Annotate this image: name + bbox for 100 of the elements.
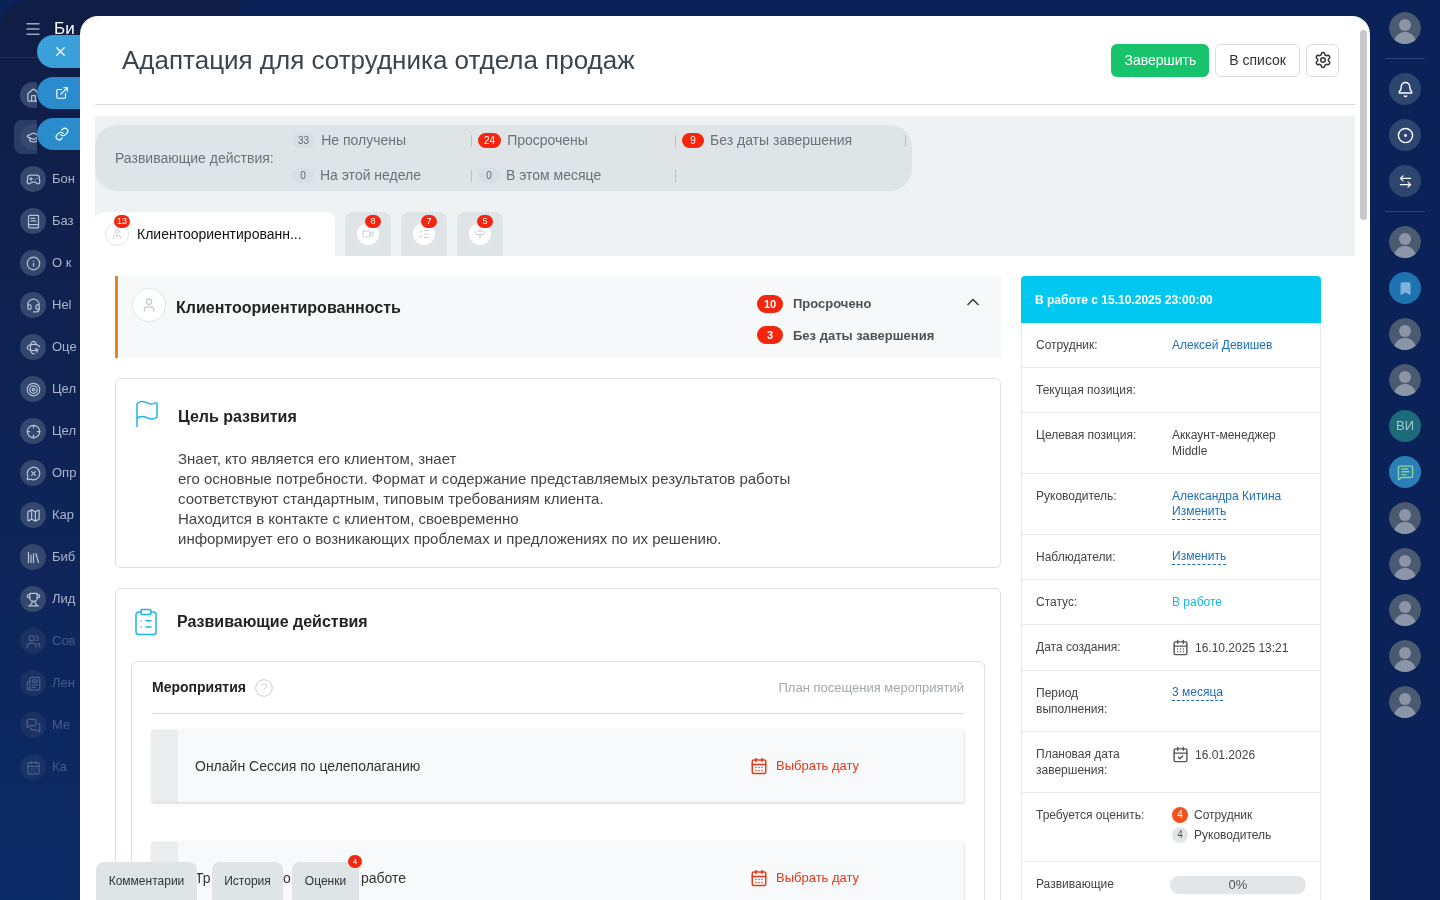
nav-icon	[25, 339, 41, 355]
avatar[interactable]	[1389, 686, 1421, 718]
chat-icon	[1396, 463, 1414, 481]
page-title: Адаптация для сотрудника отдела продаж	[122, 43, 635, 77]
target-button[interactable]	[1389, 119, 1421, 151]
stat-label: На этой неделе	[320, 166, 423, 185]
evaluator-text: Сотрудник	[1194, 807, 1253, 823]
competency-tab[interactable]: 7	[401, 212, 447, 256]
competency-tab[interactable]: 5	[457, 212, 503, 256]
field-label: Статус:	[1036, 594, 1079, 610]
calendar-icon	[1172, 639, 1189, 656]
competency-icon	[418, 228, 430, 240]
bookmark-button[interactable]	[1389, 272, 1421, 304]
goal-description: Знает, кто является его клиентом, знает его основные потребности. Формат и содержание представляемых результатов работы соответствуют стандартным, типовым требованиям клиента. Находится в контакте с клиентом, своевременно информирует его о возникающих проблемах и предложениях по их решению.	[178, 449, 791, 549]
avatar[interactable]	[1389, 318, 1421, 350]
notifications-button[interactable]	[1389, 73, 1421, 105]
bottom-tab[interactable]: История	[212, 862, 283, 900]
competency-icon	[362, 228, 374, 240]
field-label: Период выполнения:	[1036, 685, 1109, 717]
competency-tab[interactable]: 13 Клиентоориентированн...	[95, 212, 335, 256]
change-link[interactable]: Изменить	[1172, 504, 1227, 520]
field-label: Требуется оценить:	[1036, 807, 1146, 824]
avatar[interactable]	[1389, 548, 1421, 580]
calendar-icon	[750, 869, 768, 887]
change-link[interactable]: 3 месяца	[1172, 685, 1223, 701]
sidebar-item[interactable]: Лид	[14, 582, 80, 616]
nav-icon	[25, 759, 41, 775]
stat-label: Не получены	[321, 131, 407, 150]
messages-button[interactable]	[1389, 456, 1421, 488]
sidebar-item[interactable]: Баз	[14, 204, 80, 238]
tab-badge: 7	[421, 215, 437, 228]
nav-icon	[25, 171, 41, 187]
person-link[interactable]: Алексей Девишев	[1172, 337, 1273, 353]
count-badge: 0	[292, 168, 314, 183]
settings-button[interactable]	[1306, 43, 1339, 77]
field-label: Текущая позиция:	[1036, 382, 1137, 398]
sidebar-item[interactable]: Оце	[14, 330, 80, 364]
nav-icon	[25, 87, 37, 103]
avatar[interactable]	[1389, 594, 1421, 626]
competency-icon	[111, 228, 123, 240]
avatar[interactable]	[1389, 12, 1421, 44]
bottom-tab[interactable]: Комментарии	[96, 862, 197, 900]
sidebar-item[interactable]: Биб	[14, 540, 80, 574]
nav-icon	[25, 129, 37, 145]
evaluator-text: Руководитель	[1194, 827, 1272, 843]
to-list-button[interactable]: В список	[1215, 43, 1300, 77]
tab-badge: 8	[365, 215, 381, 228]
event-title: Онлайн Сессия по целеполаганию	[195, 757, 421, 774]
person-link[interactable]: Александра Китина	[1172, 488, 1282, 504]
sidebar-item[interactable]: Hel	[14, 288, 80, 322]
nav-icon	[25, 717, 41, 733]
stat-label: Просрочены	[507, 131, 589, 150]
count-badge: 33	[292, 133, 316, 148]
status-label: Без даты завершения	[793, 326, 936, 345]
nav-icon	[25, 675, 41, 691]
target-icon	[1396, 126, 1414, 144]
nav-icon	[25, 591, 41, 607]
date-text: 16.10.2025 13:21	[1195, 639, 1289, 656]
value-text: Middle	[1172, 443, 1209, 459]
bookmark-icon	[1397, 280, 1413, 296]
calendar-icon	[750, 757, 768, 775]
competency-tab[interactable]: 8	[345, 212, 391, 256]
choose-date-button[interactable]: Выбрать дату	[750, 868, 860, 888]
change-link[interactable]: Изменить	[1172, 549, 1227, 565]
tab-badge: 5	[477, 215, 493, 228]
event-title: Тр	[195, 869, 211, 886]
field-label: Наблюдатели:	[1036, 549, 1117, 565]
field-label: Руководитель:	[1036, 488, 1118, 505]
calendar-check-icon	[1172, 746, 1189, 763]
avatar[interactable]: ВИ	[1389, 410, 1421, 442]
avatar[interactable]	[1389, 364, 1421, 396]
field-label: Целевая позиция:	[1036, 427, 1138, 444]
field-label: Плановая дата завершения:	[1036, 746, 1121, 778]
stats-label: Развивающие действия:	[115, 148, 275, 168]
nav-icon	[25, 633, 41, 649]
choose-date-button[interactable]: Выбрать дату	[750, 756, 860, 776]
nav-icon	[25, 297, 41, 313]
sidebar-item[interactable]	[14, 120, 37, 154]
sidebar-item[interactable]: Бон	[14, 162, 80, 196]
sidebar-item[interactable]: Цел	[14, 414, 80, 448]
event-title: работе	[361, 869, 407, 886]
sidebar-item[interactable]: Кар	[14, 498, 80, 532]
avatar[interactable]	[1389, 502, 1421, 534]
scrollbar[interactable]	[1360, 30, 1367, 220]
nav-icon	[25, 549, 41, 565]
status-label: Просрочено	[793, 295, 873, 313]
status-header: В работе с 15.10.2025 23:00:00	[1021, 276, 1321, 323]
app-title: Би	[54, 17, 75, 40]
sidebar-item[interactable]: Опр	[14, 456, 80, 490]
avatar[interactable]	[1389, 640, 1421, 672]
field-label: Сотрудник:	[1036, 337, 1099, 353]
avatar[interactable]	[1389, 226, 1421, 258]
swap-icon	[1397, 173, 1413, 189]
sidebar-item[interactable]: Цел	[14, 372, 80, 406]
tab-badge: 13	[114, 215, 130, 228]
event-title: о	[283, 869, 291, 886]
stat-label: В этом месяце	[506, 166, 603, 185]
sidebar-item[interactable]: О к	[14, 246, 80, 280]
count-badge: 24	[478, 133, 502, 148]
value-text: Аккаунт-менеджер	[1172, 427, 1276, 443]
